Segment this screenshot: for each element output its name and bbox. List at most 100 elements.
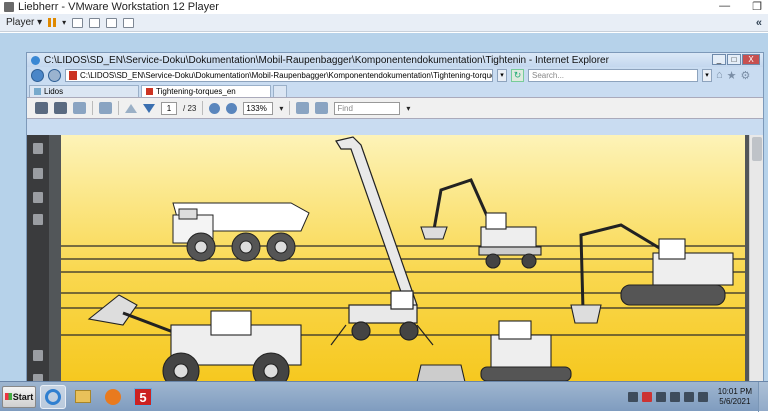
ie-address-bar-row: C:\LIDOS\SD_EN\Service-Doku\Dokumentatio… [27,67,763,83]
volume-icon[interactable] [697,392,708,402]
restore-button[interactable]: ❐ [752,0,762,13]
back-button[interactable] [31,68,44,82]
pdf-side-panel [27,135,49,385]
next-page-icon[interactable] [143,103,155,113]
settings-gear-icon[interactable]: ⚙ [741,69,751,82]
pdf-page [61,135,745,382]
ie-title-bar: C:\LIDOS\SD_EN\Service-Doku\Dokumentatio… [27,53,763,67]
pdf-viewer [27,135,763,385]
address-dropdown-button[interactable]: ▾ [497,68,507,82]
ie-maximize-button[interactable]: □ [727,54,741,65]
vmware-window-title: Liebherr - VMware Workstation 12 Player [18,1,219,13]
find-input[interactable]: Find [334,101,401,115]
zoom-out-icon[interactable] [209,102,221,114]
comments-icon[interactable] [33,350,43,361]
media-player-icon [105,388,121,405]
wheeled-excavator-illustration [420,178,542,269]
taskbar-ie-button[interactable] [40,384,66,409]
taskbar: Start 5 10:01 PM 5/6/2021 [0,381,768,412]
pause-icon[interactable] [48,18,57,27]
new-tab-button[interactable] [273,85,287,97]
clock[interactable]: 10:01 PM 5/6/2021 [718,387,752,407]
ie-close-button[interactable]: X [742,54,760,65]
clock-date: 5/6/2021 [719,397,751,406]
address-text: C:\LIDOS\SD_EN\Service-Doku\Dokumentatio… [80,70,493,80]
share-icon[interactable] [73,102,86,114]
start-button[interactable]: Start [2,385,36,408]
send-ctrl-alt-del-icon[interactable] [72,17,84,28]
page-number-input[interactable]: 1 [161,101,177,115]
favorites-star-icon[interactable]: ★ [727,69,737,82]
ie-window: C:\LIDOS\SD_EN\Service-Doku\Dokumentatio… [26,52,764,385]
ie-logo-icon [31,55,40,65]
dump-truck-illustration [172,202,310,262]
search-input[interactable]: Search... [528,68,698,82]
vmware-title-bar: Liebherr - VMware Workstation 12 Player … [0,0,768,14]
previous-page-icon[interactable] [125,103,137,113]
folder-icon [75,390,91,403]
network-icon[interactable] [683,392,694,402]
fit-width-icon[interactable] [315,102,329,114]
zoom-in-icon[interactable] [226,102,238,114]
show-desktop-button[interactable] [758,382,768,412]
display-icon[interactable] [655,392,666,402]
fit-page-icon[interactable] [296,102,310,114]
pdf-favicon-icon [146,88,153,95]
pdf-file-icon [69,70,77,80]
ie-window-title: C:\LIDOS\SD_EN\Service-Doku\Dokumentatio… [44,54,609,66]
toolbar-separator [118,101,119,115]
removable-devices-icon[interactable] [89,17,101,28]
fullscreen-icon[interactable] [106,17,118,28]
crawler-loader-illustration [416,320,572,382]
toolbar-separator [92,101,93,115]
search-dropdown-button[interactable]: ▾ [702,68,712,82]
print-icon[interactable] [35,102,48,114]
windows-logo-icon [4,393,12,400]
collapse-toolbar-icon[interactable]: « [756,17,762,29]
ie-minimize-button[interactable]: _ [712,54,726,65]
start-label: Start [12,391,34,402]
tab-lidos[interactable]: Lidos [29,85,139,97]
pages-icon[interactable] [33,168,43,179]
page-favicon-icon [34,88,41,95]
zoom-dropdown-icon[interactable]: ▾ [279,104,283,113]
toolbar-separator [202,101,204,115]
vmware-logo-icon [4,2,14,12]
taskbar-app5-button[interactable]: 5 [130,385,156,409]
minimize-button[interactable]: — [719,0,730,13]
refresh-button[interactable]: ↻ [511,68,524,82]
page-total-label: / 23 [183,103,197,113]
find-dropdown-icon[interactable]: ▾ [406,104,410,113]
machinery-illustration [61,136,745,382]
clock-time: 10:01 PM [717,387,752,396]
telehandler-illustration [330,136,434,346]
save-icon[interactable] [54,102,67,114]
keyboard-icon[interactable] [627,392,638,402]
tab-label: Lidos [44,87,64,96]
address-input[interactable]: C:\LIDOS\SD_EN\Service-Doku\Dokumentatio… [65,68,493,82]
action-center-flag-icon[interactable] [641,392,652,402]
unity-icon[interactable] [123,17,135,28]
pause-dropdown-icon[interactable]: ▾ [62,18,66,27]
attachments-icon[interactable] [33,214,43,225]
taskbar-explorer-button[interactable] [70,385,96,409]
bookmarks-icon[interactable] [33,192,43,203]
tab-tightening-torques[interactable]: Tightening-torques_en [141,85,271,97]
zoom-input[interactable]: 133% [243,101,274,115]
home-icon[interactable]: ⌂ [716,69,723,81]
app-5-icon: 5 [134,387,152,406]
taskbar-media-player-button[interactable] [100,385,126,409]
security-lock-icon[interactable] [33,143,43,154]
vertical-scrollbar[interactable] [749,135,763,382]
vmware-toolbar: Player ▾ ▾ « [0,14,768,32]
scrollbar-thumb[interactable] [752,137,762,161]
internet-explorer-icon [45,388,61,405]
pdf-toolbar: 1 / 23 133% ▾ Find ▾ [27,97,763,119]
comment-icon[interactable] [99,102,112,114]
ie-tab-strip: Lidos Tightening-torques_en [27,83,763,97]
monitor-icon[interactable] [669,392,680,402]
tab-label: Tightening-torques_en [156,87,236,96]
player-menu[interactable]: Player ▾ [6,17,42,28]
forward-button[interactable] [48,68,61,82]
toolbar-separator [289,101,291,115]
